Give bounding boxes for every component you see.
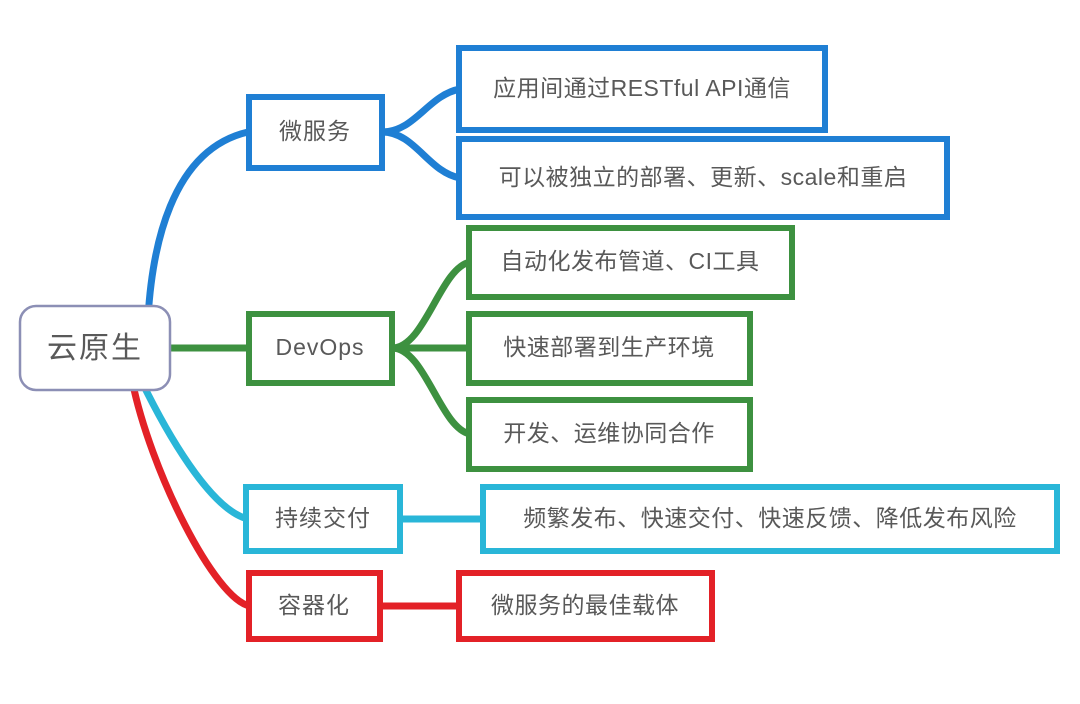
microservices-node-label: 微服务 [279, 118, 351, 144]
connector-root-to-containerization [128, 376, 254, 610]
node-leaf-do-pipeline[interactable]: 自动化发布管道、CI工具 [466, 225, 795, 300]
containerization-node-label: 容器化 [278, 592, 350, 618]
cd-release-node-label: 频繁发布、快速交付、快速反馈、降低发布风险 [523, 505, 1017, 531]
ms-rest-node-label: 应用间通过RESTful API通信 [493, 75, 791, 101]
mindmap-canvas: 云原生 微服务 应用间通过RESTful API通信 可以被独立的部署、更新、s… [0, 0, 1080, 704]
node-leaf-ms-deploy[interactable]: 可以被独立的部署、更新、scale和重启 [456, 136, 950, 220]
connector-devops-to-pipeline [388, 258, 474, 352]
ms-deploy-node-label: 可以被独立的部署、更新、scale和重启 [499, 164, 908, 190]
connector-root-to-continuous-delivery [136, 374, 252, 523]
node-branch-devops[interactable]: DevOps [246, 311, 395, 386]
node-branch-continuous-delivery[interactable]: 持续交付 [243, 484, 403, 554]
connector-root-to-microservices [144, 128, 252, 322]
node-leaf-ct-carrier[interactable]: 微服务的最佳载体 [456, 570, 715, 642]
node-branch-containerization[interactable]: 容器化 [246, 570, 383, 642]
devops-node-label: DevOps [275, 334, 364, 360]
connector-devops-to-collab [388, 344, 474, 438]
node-leaf-ms-rest[interactable]: 应用间通过RESTful API通信 [456, 45, 828, 133]
connector-microservices-to-deploy [378, 128, 464, 182]
connector-microservices-to-rest [378, 85, 464, 136]
mindmap-diagram: 云原生 微服务 应用间通过RESTful API通信 可以被独立的部署、更新、s… [18, 45, 1060, 642]
root-node-label: 云原生 [47, 332, 143, 365]
do-collab-node-label: 开发、运维协同合作 [503, 420, 715, 446]
do-pipeline-node-label: 自动化发布管道、CI工具 [501, 248, 760, 274]
node-leaf-cd-release[interactable]: 频繁发布、快速交付、快速反馈、降低发布风险 [480, 484, 1060, 554]
continuous-delivery-node-label: 持续交付 [275, 505, 371, 531]
node-leaf-do-collab[interactable]: 开发、运维协同合作 [466, 397, 753, 472]
node-leaf-do-prod[interactable]: 快速部署到生产环境 [466, 311, 753, 386]
ct-carrier-node-label: 微服务的最佳载体 [491, 592, 679, 618]
node-branch-microservices[interactable]: 微服务 [246, 94, 385, 171]
node-root[interactable]: 云原生 [18, 304, 172, 392]
do-prod-node-label: 快速部署到生产环境 [503, 334, 715, 360]
